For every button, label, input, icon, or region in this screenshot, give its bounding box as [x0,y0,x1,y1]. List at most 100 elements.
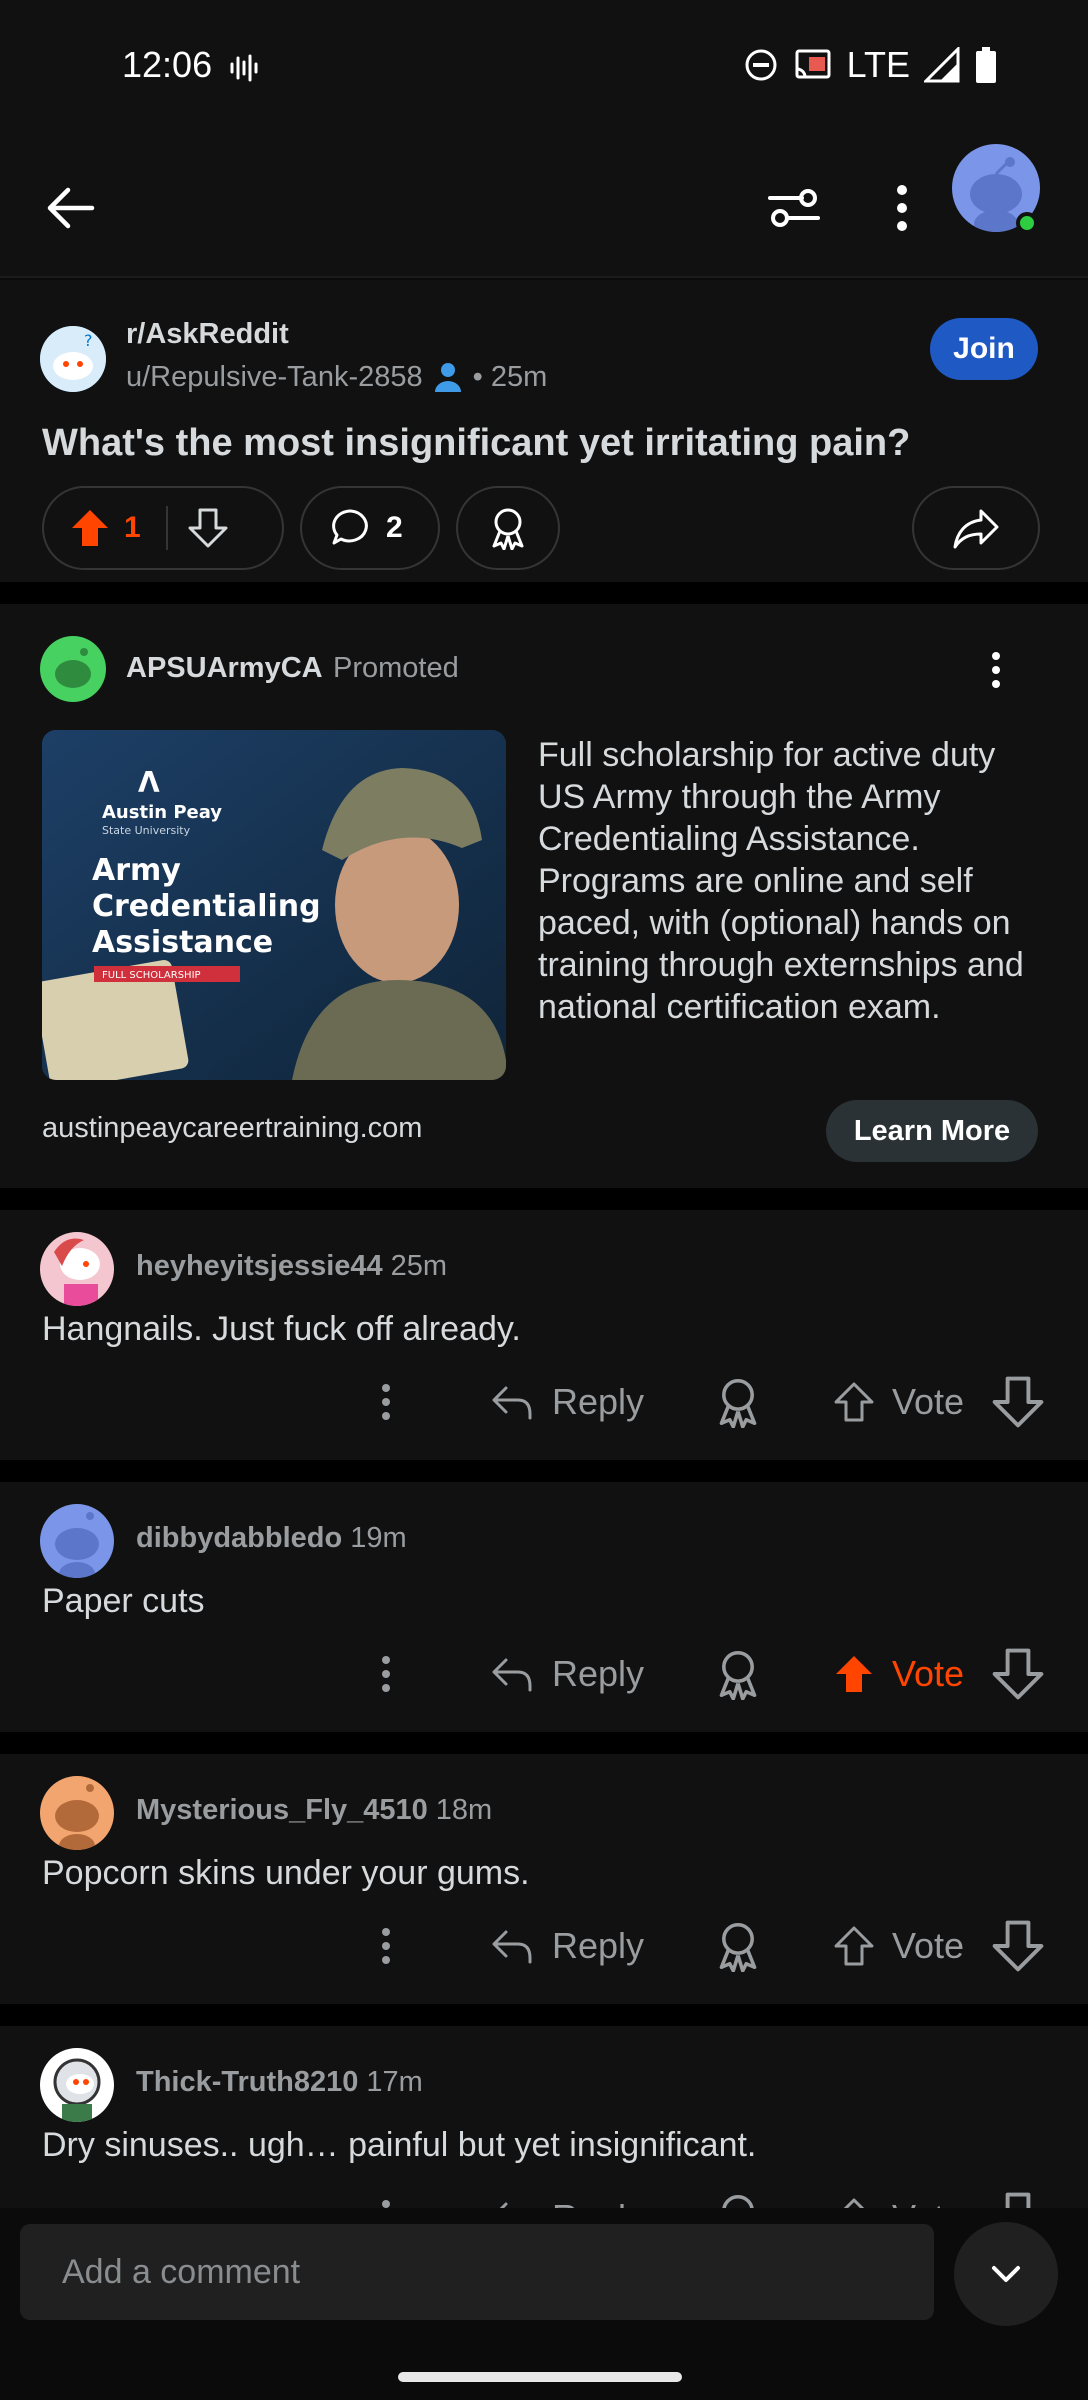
online-status-dot [1016,212,1038,234]
reply-button[interactable]: Reply [490,1646,644,1702]
comment-body: Dry sinuses.. ugh… painful but yet insig… [42,2126,757,2164]
promoted-post: APSUArmyCA Promoted Λ Austin Peay State … [0,604,1088,1188]
status-icons: LTE [743,44,998,86]
downvote-icon[interactable] [992,1648,1044,1700]
award-icon[interactable] [712,1648,764,1700]
section-divider [0,1188,1088,1210]
comment-username[interactable]: heyheyitsjessie44 [136,1250,383,1282]
vote-label: Vote [892,1653,965,1694]
section-divider [0,582,1088,604]
add-comment-input[interactable] [20,2224,934,2320]
award-icon[interactable] [712,1920,764,1972]
svg-text:?: ? [84,331,93,350]
upvote-button[interactable]: Vote [834,1918,964,1974]
share-button[interactable] [912,486,1040,570]
comment-author[interactable]: heyheyitsjessie44 25m [136,1250,447,1283]
comment: Mysterious_Fly_4510 18m Popcorn skins und… [0,1754,1088,2004]
reply-label: Reply [552,1381,645,1422]
upvote-button[interactable]: Vote [834,1374,964,1430]
advertiser-name[interactable]: APSUArmyCA [126,652,323,685]
status-time: 12:06 [122,44,213,85]
ad-image-brand-sub: State University [102,824,191,837]
comment-composer-bar [0,2208,1088,2400]
comment-more-icon[interactable] [370,1924,402,1968]
reply-label: Reply [552,1653,645,1694]
section-divider [0,2004,1088,2026]
reply-label: Reply [552,1925,645,1966]
vote-label: Vote [892,1381,965,1422]
ad-image[interactable]: Λ Austin Peay State University Army Cred… [42,730,506,1080]
comment-author[interactable]: Mysterious_Fly_4510 18m [136,1794,492,1827]
collapse-comments-button[interactable] [954,2222,1058,2326]
back-arrow-icon[interactable] [40,176,104,240]
upvote-icon [834,1926,874,1966]
reply-button[interactable]: Reply [490,2190,644,2208]
downvote-icon[interactable] [992,2192,1044,2208]
ad-domain[interactable]: austinpeaycareertraining.com [42,1112,422,1145]
comment-more-icon[interactable] [370,1652,402,1696]
award-icon [492,508,524,550]
award-icon[interactable] [712,2192,764,2208]
ad-image-headline-1: Army [92,853,181,888]
comment-time: 18m [435,1794,493,1826]
comment-time: 17m [366,2066,423,2098]
post-author[interactable]: u/Repulsive-Tank-2858 [126,361,423,394]
downvote-icon[interactable] [992,1376,1044,1428]
vote-label: Vote [892,1925,965,1966]
comment-actions: Reply Vote [0,1642,1088,1706]
upvote-icon[interactable] [70,508,110,548]
subreddit-name[interactable]: r/AskReddit [126,318,289,351]
reply-icon [492,1658,532,1692]
cast-icon [795,49,831,79]
learn-more-button[interactable]: Learn More [826,1100,1038,1162]
comment-time: 25m [390,1250,448,1282]
chevron-down-icon [992,2266,1020,2282]
post-actions: 1 2 [42,486,1042,570]
comment-avatar[interactable] [40,1776,114,1850]
award-icon[interactable] [712,1376,764,1428]
filter-icon[interactable] [762,176,826,240]
more-options-icon[interactable] [874,176,930,240]
join-button[interactable]: Join [930,318,1038,380]
comment-avatar[interactable] [40,1232,114,1306]
comments-button[interactable]: 2 [300,486,440,570]
comment: Thick-Truth8210 17m Dry sinuses.. ugh… pa… [0,2026,1088,2208]
upvote-button[interactable]: Vote [834,2190,964,2208]
snoo-avatar-icon [55,1512,99,1578]
comment-more-icon[interactable] [370,2196,402,2208]
upvote-button[interactable]: Vote [834,1646,964,1702]
network-type: LTE [846,44,910,85]
comment-author[interactable]: Thick-Truth8210 17m [136,2066,423,2099]
vote-control: 1 [42,486,284,570]
comment-actions: Reply Vote [0,1914,1088,1978]
comment-body: Hangnails. Just fuck off already. [42,1310,521,1348]
comment-more-icon[interactable] [370,1380,402,1424]
comment-username[interactable]: Thick-Truth8210 [136,2066,358,2098]
home-indicator[interactable] [398,2372,682,2382]
askreddit-snoo-icon: ? [40,326,106,392]
comment-username[interactable]: Mysterious_Fly_4510 [136,1794,428,1826]
comment-author[interactable]: dibbydabbledo 19m [136,1522,407,1555]
reply-label: Reply [552,2197,644,2208]
ad-image-headline-3: Assistance [92,925,273,960]
award-button[interactable] [456,486,560,570]
reply-button[interactable]: Reply [490,1374,644,1430]
comment-username[interactable]: dibbydabbledo [136,1522,342,1554]
reply-icon [492,1930,532,1964]
comment-avatar[interactable] [40,1504,114,1578]
advertiser-avatar[interactable] [40,636,106,702]
comment-actions: Reply Vote [0,2186,1088,2208]
snoo-avatar-icon [55,1784,99,1850]
status-bar: 12:06 LTE [0,0,1088,136]
reply-button[interactable]: Reply [490,1918,644,1974]
reply-icon [492,1386,532,1420]
subreddit-icon[interactable]: ? [40,326,106,392]
comment-avatar[interactable] [40,2048,114,2122]
comment-bubble-icon [332,509,368,545]
ad-more-options-icon[interactable] [980,648,1012,692]
downvote-icon[interactable] [188,508,228,548]
upvote-count: 1 [124,511,141,544]
promoted-label: Promoted [333,652,459,684]
downvote-icon[interactable] [992,1920,1044,1972]
vote-separator [166,506,168,550]
